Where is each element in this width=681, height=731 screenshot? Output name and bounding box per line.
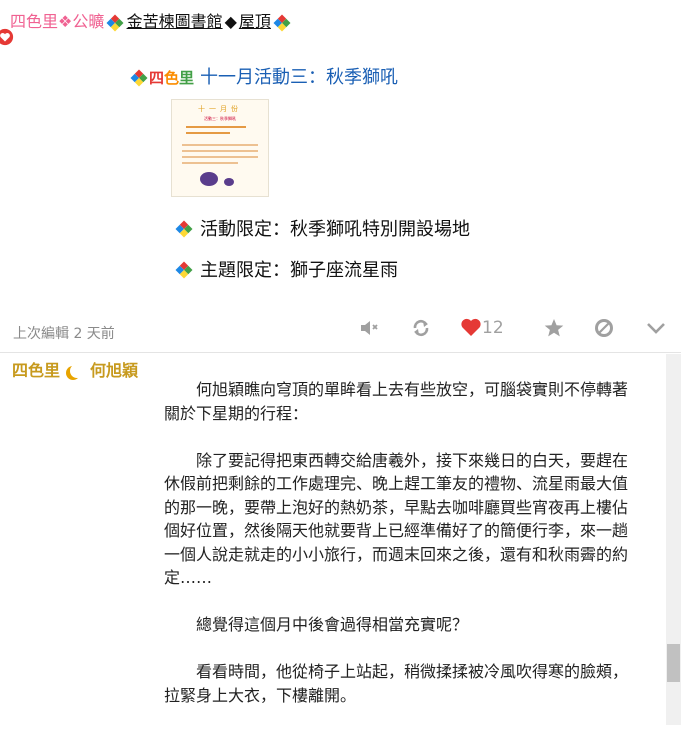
heart-icon bbox=[461, 318, 481, 336]
poster-text-line bbox=[182, 150, 258, 152]
poster-text-line bbox=[182, 162, 238, 164]
four-color-diamond-icon bbox=[130, 69, 148, 87]
story-paragraph: 總覺得這個月中後會過得相當充實呢？ bbox=[196, 615, 469, 634]
scrollbar-thumb[interactable] bbox=[667, 644, 680, 682]
vertical-scrollbar[interactable] bbox=[666, 354, 681, 725]
story-paragraph: 除了要記得把東西轉交給唐羲外，接下來幾日的白天，要趕在休假前把剩餘的工作處理完、… bbox=[164, 450, 629, 588]
four-color-diamond-icon bbox=[175, 261, 193, 278]
post-title-text[interactable]: 十一月活動三：秋季獅吼 bbox=[200, 67, 398, 88]
like-button[interactable]: 12 bbox=[460, 317, 514, 339]
last-edited-note[interactable]: 上次編輯 2 天前 bbox=[13, 323, 115, 343]
poster-line bbox=[186, 126, 246, 128]
poster-line bbox=[186, 132, 230, 134]
poster-title: 十一月份 bbox=[198, 105, 242, 113]
four-color-diamond-icon bbox=[106, 14, 124, 31]
story-paragraph: 看看時間，他從椅子上站起，稍微揉揉被冷風吹得寒的臉頰，拉緊身上大衣，下樓離開。 bbox=[164, 662, 629, 705]
star-icon[interactable] bbox=[543, 317, 565, 339]
post-one: 四色里❖公曠 金苦楝圖書館 ◆ 屋頂 四色里 十一月活動三：秋季獅吼 十一月份 活動三… bbox=[0, 0, 681, 352]
bullet-item: 主題限定：獅子座流星雨 bbox=[175, 256, 398, 282]
hide-eye-icon[interactable] bbox=[593, 317, 615, 339]
bullet-item: 活動限定：秋季獅吼特別開設場地 bbox=[175, 215, 470, 241]
like-count: 12 bbox=[482, 318, 504, 338]
author-prefix: 四色里 bbox=[12, 361, 61, 380]
poster-text-line bbox=[182, 144, 258, 146]
four-color-diamond-icon bbox=[175, 220, 193, 237]
author-name[interactable]: 四色里 bbox=[10, 12, 58, 31]
author-name: 何旭穎 bbox=[90, 361, 139, 380]
lion-illustration bbox=[200, 172, 218, 186]
story-paragraph: 何旭穎瞧向穹頂的單眸看上去有些放空，可腦袋實則不停轉著關於下星期的行程： bbox=[164, 380, 629, 423]
four-color-diamond-icon bbox=[273, 14, 291, 31]
crescent-moon-icon bbox=[70, 364, 84, 378]
chevron-down-icon[interactable] bbox=[645, 317, 667, 339]
post-divider bbox=[0, 352, 681, 353]
bullet-text: 主題限定：獅子座流星雨 bbox=[200, 260, 398, 281]
mute-icon[interactable] bbox=[358, 317, 380, 339]
location-separator: ◆ bbox=[224, 12, 237, 31]
poster-text-line bbox=[182, 156, 258, 158]
refresh-icon[interactable] bbox=[410, 317, 432, 339]
poster-subtitle: 活動三：秋季獅吼 bbox=[204, 116, 236, 121]
post-author-line: 四色里❖公曠 金苦楝圖書館 ◆ 屋頂 bbox=[10, 8, 291, 32]
post-two-body: 何旭穎瞧向穹頂的單眸看上去有些放空，可腦袋實則不停轉著關於下星期的行程： 除了要… bbox=[164, 378, 634, 731]
author-role: 公曠 bbox=[72, 12, 105, 31]
four-color-logo: 四色里 bbox=[149, 69, 195, 87]
location-sub[interactable]: 屋頂 bbox=[239, 12, 271, 31]
post-two-author[interactable]: 四色里 何旭穎 bbox=[12, 357, 138, 381]
bullet-text: 活動限定：秋季獅吼特別開設場地 bbox=[200, 219, 470, 240]
location-name[interactable]: 金苦楝圖書館 bbox=[127, 12, 223, 31]
event-poster-image[interactable]: 十一月份 活動三：秋季獅吼 bbox=[171, 99, 269, 197]
post-title[interactable]: 四色里 十一月活動三：秋季獅吼 bbox=[130, 63, 398, 89]
lion-illustration bbox=[224, 178, 234, 186]
author-separator: ❖ bbox=[58, 12, 73, 31]
